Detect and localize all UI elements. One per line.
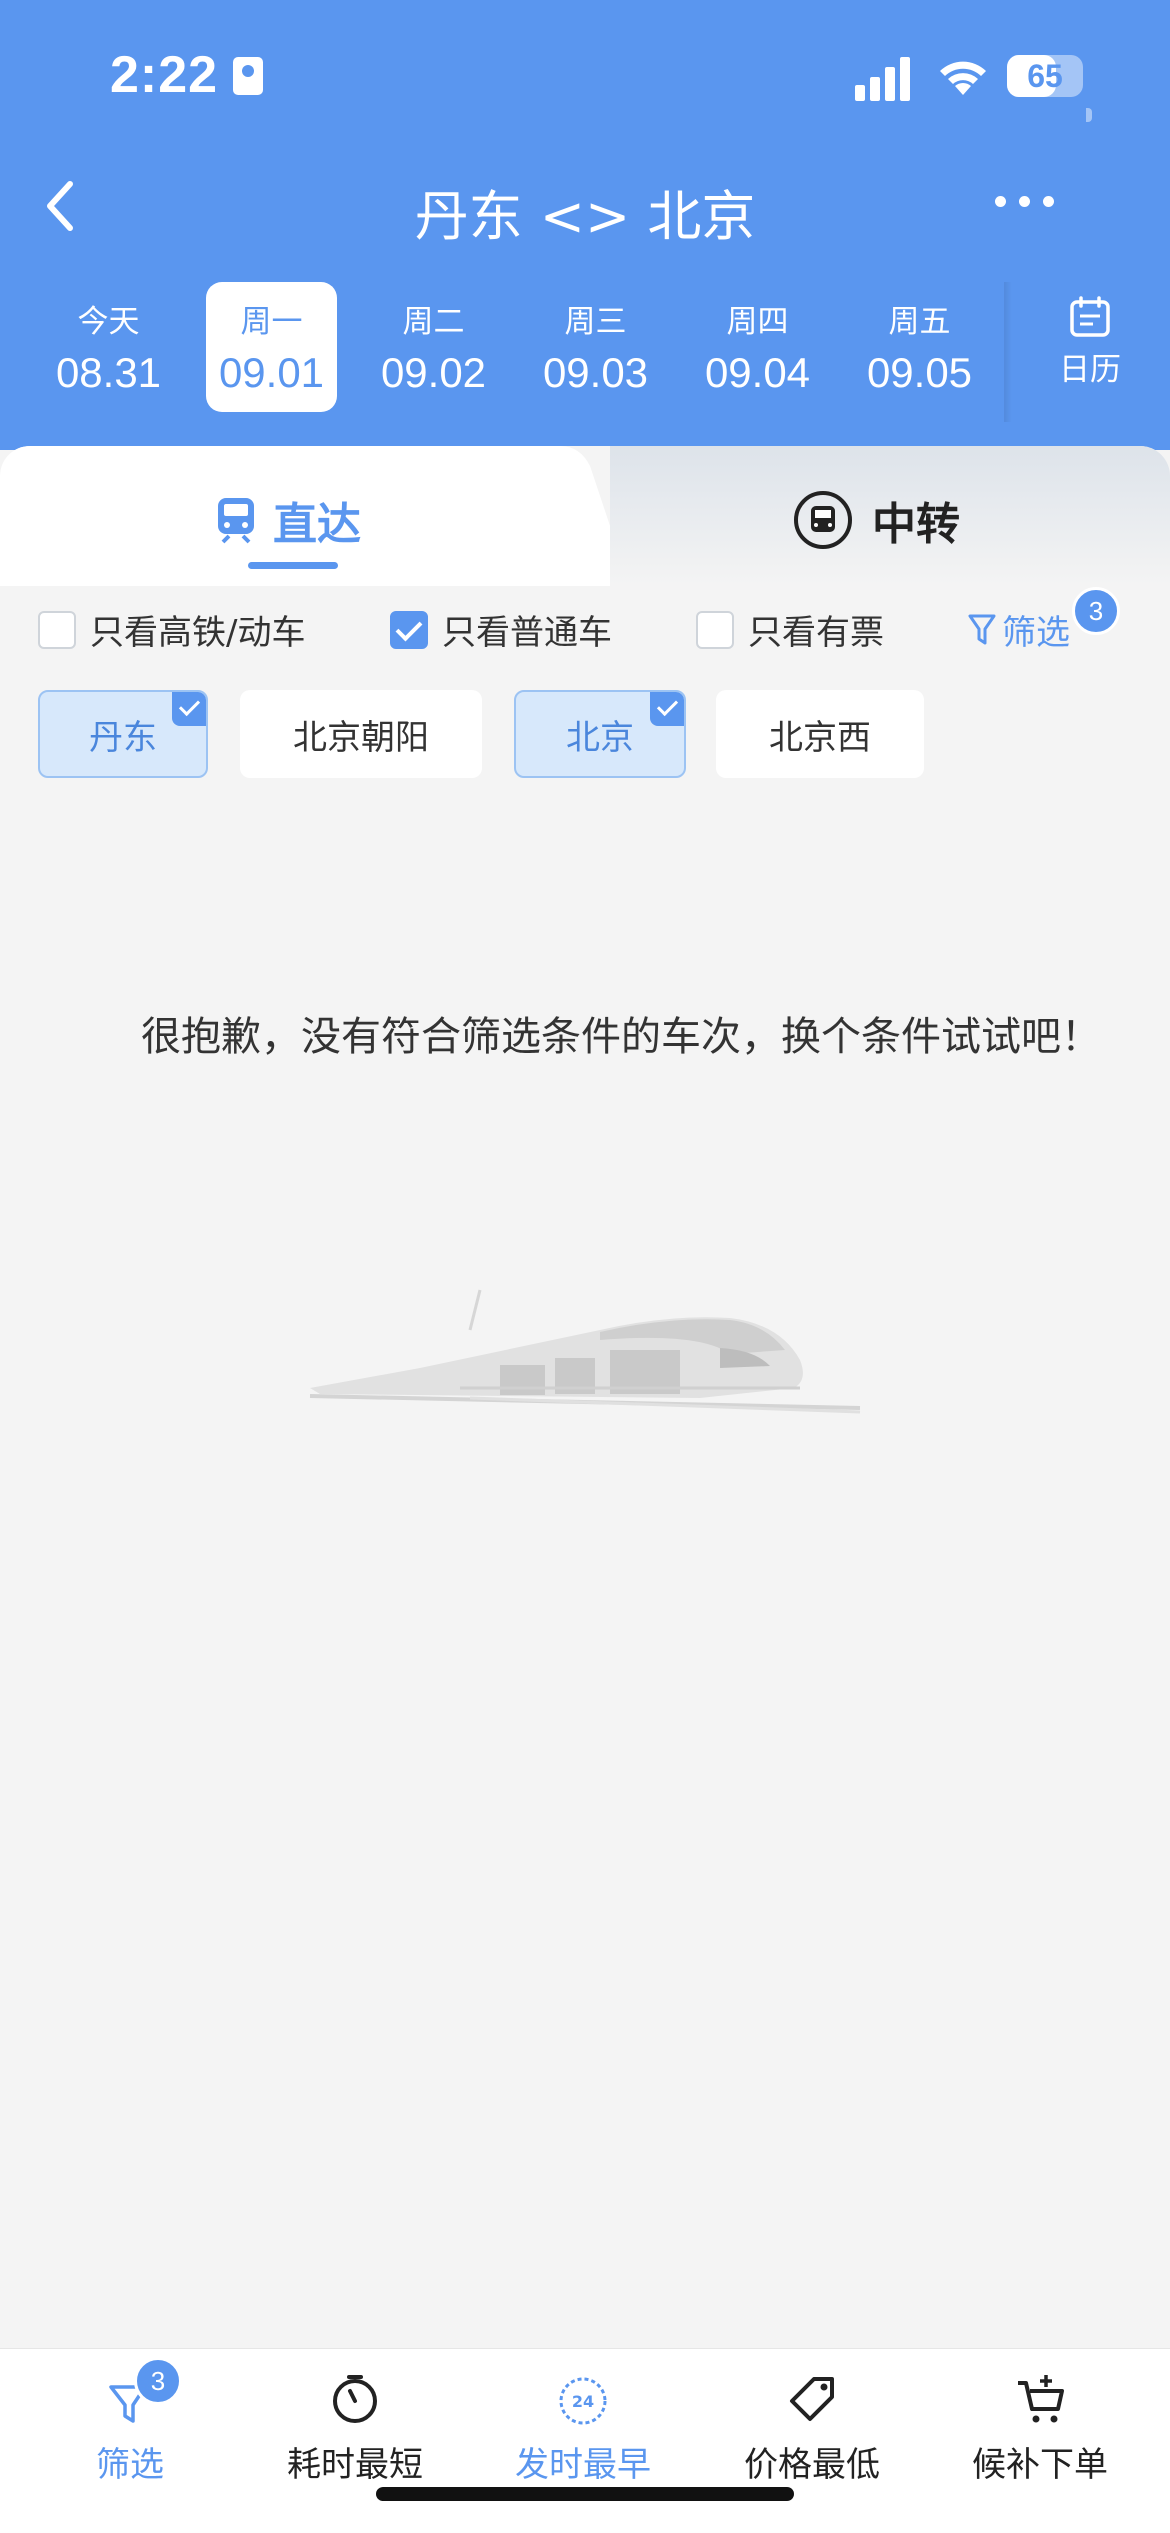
- checkbox-normal-train[interactable]: 只看普通车: [390, 605, 612, 654]
- signal-icon: [855, 57, 915, 101]
- date-value: 09.04: [704, 349, 811, 396]
- date-item-fri[interactable]: 周五 09.05: [854, 282, 985, 412]
- checkbox-box[interactable]: [696, 610, 734, 649]
- date-weekday: 周一: [240, 304, 303, 340]
- bottom-earliest-button[interactable]: 24 发时最早: [483, 2369, 683, 2486]
- filter-row: 只看高铁/动车 只看普通车 只看有票 筛选 3: [0, 587, 1170, 655]
- date-value: 08.31: [55, 349, 162, 396]
- checkbox-label: 只看有票: [748, 613, 884, 653]
- filter-link-label: 筛选: [1002, 613, 1070, 653]
- date-item-wed[interactable]: 周三 09.03: [530, 282, 661, 412]
- date-weekday: 周五: [888, 304, 951, 340]
- status-bar: 2:22 65: [0, 45, 1170, 122]
- wifi-icon: [940, 61, 986, 95]
- calendar-icon: [1070, 296, 1110, 337]
- battery-icon: 65: [1007, 55, 1083, 97]
- more-dots-icon[interactable]: [995, 196, 1055, 210]
- bottom-filter-badge: 3: [134, 2357, 182, 2405]
- battery-percent: 65: [1027, 58, 1063, 94]
- bottom-cheapest-label: 价格最低: [744, 2445, 880, 2485]
- date-item-mon[interactable]: 周一 09.01: [206, 282, 337, 412]
- tab-transfer-label: 中转: [872, 499, 960, 550]
- station-chip-beijing-chaoyang[interactable]: 北京朝阳: [240, 690, 482, 778]
- checkbox-box[interactable]: [38, 610, 76, 649]
- battery-tip: [1086, 108, 1092, 122]
- date-value: 09.03: [542, 349, 649, 396]
- filter-count-badge: 3: [1072, 587, 1120, 635]
- date-value: 09.02: [380, 349, 487, 396]
- tab-active-indicator: [248, 562, 338, 569]
- bottom-filter-button[interactable]: 筛选 3: [30, 2357, 230, 2486]
- svg-text:24: 24: [572, 2392, 594, 2411]
- tab-transfer[interactable]: 中转: [792, 488, 960, 552]
- date-weekday: 今天: [77, 304, 140, 340]
- train-illustration-icon: [309, 1289, 861, 1414]
- date-item-today[interactable]: 今天 08.31: [43, 282, 174, 412]
- bottom-bar: 筛选 3 耗时最短 24 发时最早 价格最低 候补下单: [0, 2348, 1170, 2533]
- date-strip: 今天 08.31 周一 09.01 周二 09.02 周三 09.03 周四 0…: [0, 282, 1000, 412]
- station-chips: 丹东 北京朝阳 北京 北京西: [0, 690, 1170, 782]
- check-icon: [172, 692, 206, 726]
- station-chip-dandong[interactable]: 丹东: [38, 690, 208, 778]
- station-name: 丹东: [89, 717, 157, 758]
- bottom-shortest-button[interactable]: 耗时最短: [255, 2369, 455, 2486]
- date-weekday: 周四: [726, 304, 789, 340]
- home-indicator: [376, 2487, 794, 2501]
- bottom-shortest-label: 耗时最短: [287, 2445, 423, 2485]
- checkbox-label: 只看高铁/动车: [90, 613, 306, 653]
- calendar-button[interactable]: 日历: [1040, 296, 1140, 389]
- clock-24-icon: 24: [559, 2377, 607, 2425]
- contact-card-icon: [233, 57, 263, 95]
- empty-state-message: 很抱歉，没有符合筛选条件的车次，换个条件试试吧！: [141, 1014, 1101, 1060]
- station-name: 北京: [566, 717, 634, 758]
- filter-link[interactable]: 筛选: [968, 605, 1070, 654]
- tab-direct[interactable]: 直达: [215, 488, 361, 552]
- page-title: 丹东 <> 北京: [414, 185, 756, 248]
- price-tag-icon: [790, 2377, 834, 2421]
- checkbox-available[interactable]: 只看有票: [696, 605, 884, 654]
- tab-direct-label: 直达: [273, 499, 361, 550]
- station-name: 北京朝阳: [293, 717, 429, 758]
- bottom-waitlist-button[interactable]: 候补下单: [940, 2369, 1140, 2486]
- bottom-filter-label: 筛选: [96, 2445, 164, 2485]
- bottom-earliest-label: 发时最早: [515, 2445, 651, 2485]
- cart-add-icon: [1018, 2375, 1064, 2423]
- train-front-icon: [218, 498, 254, 544]
- bottom-waitlist-label: 候补下单: [972, 2445, 1108, 2485]
- date-weekday: 周二: [402, 304, 465, 340]
- date-item-thu[interactable]: 周四 09.04: [692, 282, 823, 412]
- transfer-train-icon: [794, 491, 852, 549]
- check-icon: [650, 692, 684, 726]
- station-chip-beijing[interactable]: 北京: [514, 690, 686, 778]
- filter-icon: [968, 614, 996, 644]
- date-value: 09.01: [218, 349, 325, 396]
- date-item-tue[interactable]: 周二 09.02: [368, 282, 499, 412]
- bottom-cheapest-button[interactable]: 价格最低: [712, 2369, 912, 2486]
- calendar-label: 日历: [1059, 352, 1121, 388]
- date-value: 09.05: [866, 349, 973, 396]
- calendar-divider: [1004, 282, 1012, 422]
- station-chip-beijing-west[interactable]: 北京西: [716, 690, 924, 778]
- checkbox-label: 只看普通车: [442, 613, 612, 653]
- timer-icon: [333, 2375, 377, 2423]
- checkbox-box-checked[interactable]: [390, 610, 428, 649]
- date-weekday: 周三: [564, 304, 627, 340]
- status-time: 2:22: [110, 46, 219, 104]
- checkbox-high-speed[interactable]: 只看高铁/动车: [38, 605, 305, 654]
- station-name: 北京西: [769, 717, 871, 758]
